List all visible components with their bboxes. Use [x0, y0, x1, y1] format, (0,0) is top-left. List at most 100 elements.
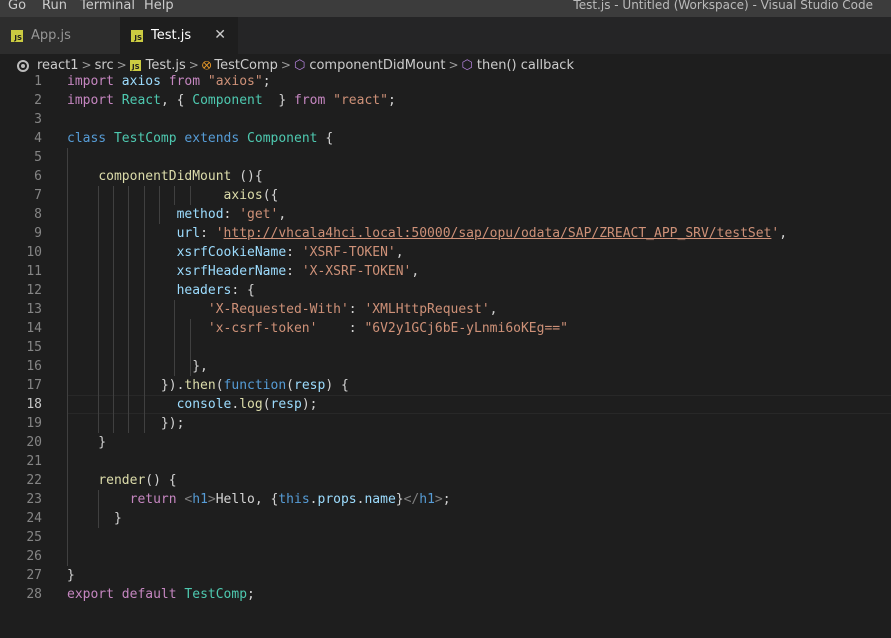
code-text: return <h1>Hello, {this.props.name}</h1>…: [129, 492, 451, 507]
code-line[interactable]: 22 render() {: [0, 471, 891, 490]
menu-terminal[interactable]: Terminal: [80, 0, 135, 14]
chevron-right-icon: >: [188, 58, 199, 72]
menu-go[interactable]: Go: [8, 0, 26, 14]
code-line[interactable]: 26: [0, 547, 891, 566]
line-number: 25: [26, 530, 42, 545]
window-title: Test.js - Untitled (Workspace) - Visual …: [573, 0, 873, 12]
code-line[interactable]: 21: [0, 452, 891, 471]
code-text: import React, { Component } from "react"…: [67, 93, 396, 108]
code-editor[interactable]: 1 import axios from "axios"; 2 import React…: [0, 72, 891, 638]
line-number: 28: [26, 587, 42, 602]
indent-guide: [174, 186, 176, 205]
code-line[interactable]: 28 export default TestComp;: [0, 585, 891, 604]
code-text: export default TestComp;: [67, 587, 255, 602]
line-number: 3: [34, 112, 42, 127]
method-cube-icon: ⬡: [461, 57, 473, 73]
tab-label: Test.js: [151, 28, 192, 43]
code-text: console.log(resp);: [176, 397, 318, 412]
line-number: 8: [34, 207, 42, 222]
chevron-right-icon: >: [81, 58, 92, 72]
breadcrumb-item-class[interactable]: TestComp: [214, 58, 278, 73]
line-number: 12: [26, 283, 42, 298]
code-line[interactable]: 20 }: [0, 433, 891, 452]
line-number: 23: [26, 492, 42, 507]
code-line[interactable]: 14 'x-csrf-token' : "6V2y1GCj6bE-yLnmi6o…: [0, 319, 891, 338]
indent-guide: [189, 186, 191, 205]
line-number: 6: [34, 169, 42, 184]
code-text: }: [67, 435, 107, 450]
indent-guide: [128, 186, 130, 433]
code-text: xsrfCookieName: 'XSRF-TOKEN',: [176, 245, 404, 260]
line-number: 26: [26, 549, 42, 564]
code-text: headers: {: [176, 283, 255, 298]
line-number: 11: [26, 264, 42, 279]
indent-guide: [189, 319, 191, 376]
code-line[interactable]: 9 url: 'http://vhcala4hci.local:50000/sa…: [0, 224, 891, 243]
code-line[interactable]: 11 xsrfHeaderName: 'X-XSRF-TOKEN',: [0, 262, 891, 281]
code-text: }).then(function(resp) {: [67, 378, 349, 393]
chevron-right-icon: >: [280, 58, 291, 72]
code-line[interactable]: 2 import React, { Component } from "react…: [0, 91, 891, 110]
breadcrumb-item-src[interactable]: src: [95, 58, 114, 73]
close-icon[interactable]: ✕: [214, 27, 226, 43]
breadcrumb-item-react1[interactable]: react1: [37, 58, 79, 73]
line-number: 7: [34, 188, 42, 203]
line-number: 15: [26, 340, 42, 355]
menu-bar: Go Run Terminal Help Test.js - Untitled …: [0, 0, 891, 17]
method-cube-icon: ⬡: [293, 57, 306, 73]
breadcrumb-item-file[interactable]: Test.js: [146, 58, 186, 73]
code-text: });: [67, 416, 185, 431]
breadcrumb-item-callback[interactable]: then() callback: [477, 58, 574, 73]
line-number: 9: [34, 226, 42, 241]
tab-app-js[interactable]: JS App.js: [0, 17, 120, 54]
code-text: render() {: [98, 473, 177, 488]
code-line[interactable]: 15: [0, 338, 891, 357]
code-text: url: 'http://vhcala4hci.local:50000/sap/…: [176, 226, 788, 241]
line-number: 1: [34, 74, 42, 89]
code-line[interactable]: 5: [0, 148, 891, 167]
code-line[interactable]: 16 },: [0, 357, 891, 376]
code-text: xsrfHeaderName: 'X-XSRF-TOKEN',: [176, 264, 420, 279]
menu-run[interactable]: Run: [42, 0, 67, 14]
line-number: 27: [26, 568, 42, 583]
js-file-icon: JS: [129, 59, 141, 71]
line-number: 21: [26, 454, 42, 469]
code-line[interactable]: 25: [0, 528, 891, 547]
code-line[interactable]: 17 }).then(function(resp) {: [0, 376, 891, 395]
line-number: 16: [26, 359, 42, 374]
code-text: }: [67, 568, 75, 583]
tab-label: App.js: [31, 28, 71, 43]
code-line[interactable]: 19 });: [0, 414, 891, 433]
line-number: 17: [26, 378, 42, 393]
class-symbol-icon: ⭙: [201, 57, 212, 72]
code-line[interactable]: 6 componentDidMount (){: [0, 167, 891, 186]
tab-test-js[interactable]: JS Test.js ✕: [120, 17, 238, 54]
code-line[interactable]: 3: [0, 110, 891, 129]
code-text: axios({: [223, 188, 279, 203]
code-line[interactable]: 7 axios({: [0, 186, 891, 205]
code-line[interactable]: 4 class TestComp extends Component {: [0, 129, 891, 148]
indent-guide: [67, 148, 68, 566]
indent-guide: [174, 300, 176, 376]
code-text: import axios from "axios";: [67, 74, 271, 89]
code-line[interactable]: 8 method: 'get',: [0, 205, 891, 224]
chevron-right-icon: >: [448, 58, 459, 72]
code-line[interactable]: 24 }: [0, 509, 891, 528]
breadcrumb-item-method[interactable]: componentDidMount: [309, 58, 445, 73]
menu-help[interactable]: Help: [144, 0, 174, 14]
line-number: 5: [34, 150, 42, 165]
code-line[interactable]: 12 headers: {: [0, 281, 891, 300]
code-line[interactable]: 27}: [0, 566, 891, 585]
code-text: 'X-Requested-With': 'XMLHttpRequest',: [207, 302, 498, 317]
code-line[interactable]: 1 import axios from "axios";: [0, 72, 891, 91]
code-line[interactable]: 23 return <h1>Hello, {this.props.name}</…: [0, 490, 891, 509]
indent-guide: [97, 186, 99, 433]
code-line[interactable]: 10 xsrfCookieName: 'XSRF-TOKEN',: [0, 243, 891, 262]
line-number: 18: [26, 397, 42, 412]
code-line[interactable]: 18 console.log(resp);: [0, 395, 891, 414]
code-line[interactable]: 13 'X-Requested-With': 'XMLHttpRequest',: [0, 300, 891, 319]
indent-guide: [97, 490, 99, 528]
code-text: 'x-csrf-token' : "6V2y1GCj6bE-yLnmi6oKEg…: [207, 321, 568, 336]
folder-circle-icon: [17, 60, 29, 72]
indent-guide: [143, 186, 145, 433]
